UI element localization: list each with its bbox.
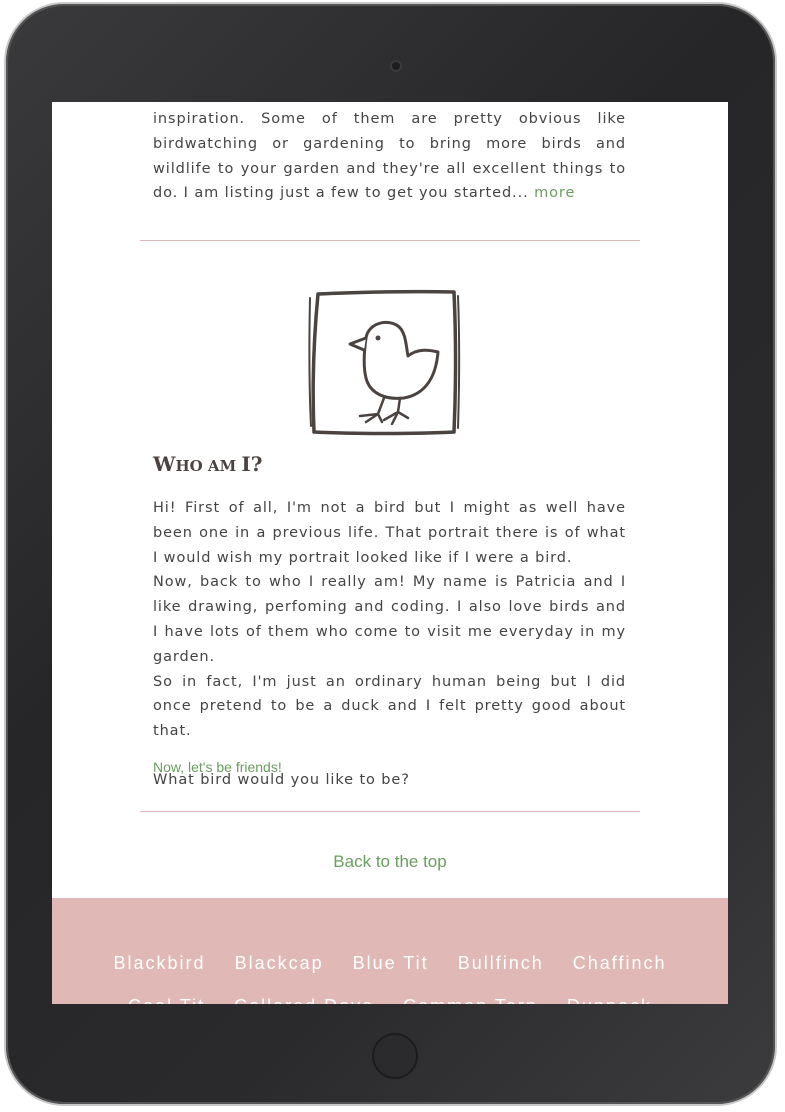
title-end: I?: [241, 452, 263, 476]
footer-link-bullfinch[interactable]: Bullfinch: [458, 953, 544, 973]
back-to-top-link[interactable]: Back to the top: [52, 852, 728, 872]
about-section: Hi! First of all, I'm not a bird but I m…: [153, 496, 626, 793]
footer-link-dunnock[interactable]: Dunnock: [567, 996, 652, 1004]
title-smallcaps: HO AM: [175, 457, 242, 475]
footer-link-blackcap[interactable]: Blackcap: [235, 953, 324, 973]
screen: inspiration. Some of them are pretty obv…: [52, 102, 728, 1004]
about-paragraph-2: Now, back to who I really am! My name is…: [153, 574, 626, 665]
footer-link-chaffinch[interactable]: Chaffinch: [573, 953, 667, 973]
footer-link-blue-tit[interactable]: Blue Tit: [353, 953, 429, 973]
friends-link[interactable]: Now, let's be friends!: [153, 759, 282, 775]
title-initial: W: [153, 452, 176, 476]
intro-paragraph: inspiration. Some of them are pretty obv…: [153, 107, 626, 206]
divider: [140, 240, 640, 241]
section-title: WHO AM I?: [153, 452, 262, 476]
bird-portrait-icon: [308, 289, 461, 436]
divider: [140, 811, 640, 812]
intro-section: inspiration. Some of them are pretty obv…: [153, 107, 626, 206]
about-paragraph-1: Hi! First of all, I'm not a bird but I m…: [153, 500, 626, 566]
footer-link-common-tern[interactable]: Common Tern: [403, 996, 538, 1004]
home-button[interactable]: [372, 1033, 418, 1079]
footer-link-blackbird[interactable]: Blackbird: [114, 953, 206, 973]
more-link[interactable]: more: [534, 185, 575, 201]
footer-row-1: Blackbird Blackcap Blue Tit Bullfinch Ch…: [52, 953, 728, 974]
footer-link-collared-dove[interactable]: Collared Dove: [234, 996, 374, 1004]
footer-link-coal-tit[interactable]: Coal Tit: [128, 996, 205, 1004]
camera-icon: [390, 60, 402, 72]
footer-row-2: Coal Tit Collared Dove Common Tern Dunno…: [52, 996, 728, 1004]
about-paragraph-3: So in fact, I'm just an ordinary human b…: [153, 673, 626, 740]
footer-nav: Blackbird Blackcap Blue Tit Bullfinch Ch…: [52, 898, 728, 1004]
